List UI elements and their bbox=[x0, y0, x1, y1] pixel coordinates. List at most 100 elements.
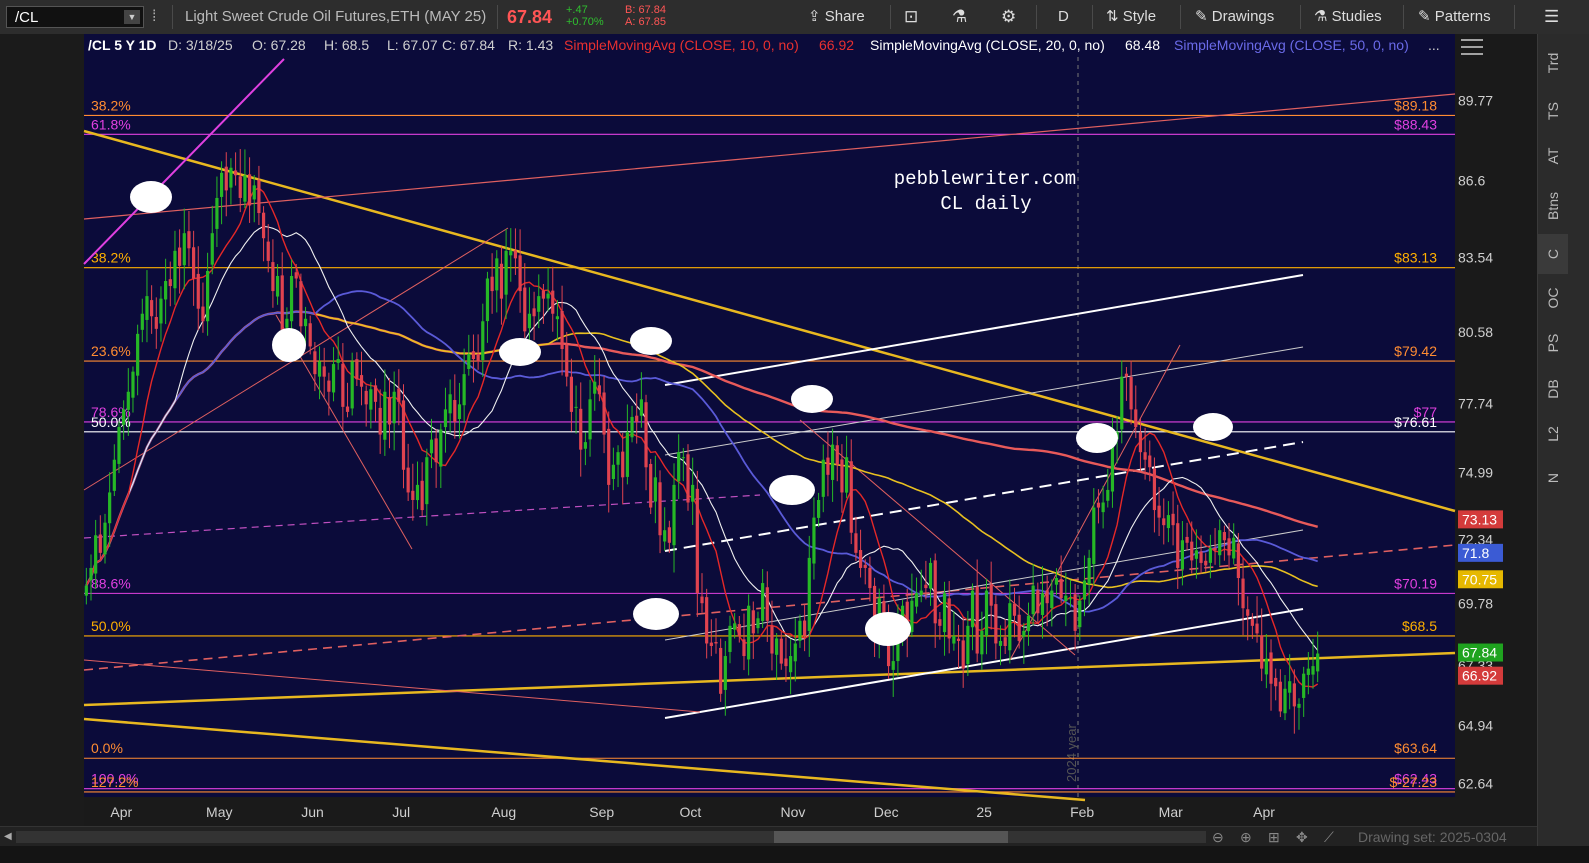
price-chart[interactable]: 2024 year 38.2% $89.1861.8% $88.4338.2% $83… bbox=[0, 34, 1537, 826]
candle-body bbox=[597, 385, 601, 395]
menu-button[interactable]: ☰ bbox=[1544, 0, 1559, 34]
candle-body bbox=[555, 316, 560, 320]
drawings-button[interactable]: ✎ Drawings bbox=[1195, 0, 1274, 34]
candle-body bbox=[182, 233, 186, 266]
candle-body bbox=[1208, 547, 1212, 563]
candle-body bbox=[275, 275, 280, 297]
candle-body bbox=[299, 281, 303, 327]
camera-icon: ⊡ bbox=[904, 7, 919, 26]
tab-n[interactable]: N bbox=[1538, 458, 1568, 498]
candle-body bbox=[219, 172, 224, 197]
pivot-marker[interactable] bbox=[865, 612, 911, 646]
candle-body bbox=[1162, 518, 1166, 526]
tab-ps[interactable]: PS bbox=[1538, 323, 1568, 363]
candle-body bbox=[485, 278, 490, 322]
candle-body bbox=[1274, 677, 1278, 687]
zoom-in-icon[interactable]: ⊕ bbox=[1240, 827, 1252, 847]
candle-body bbox=[1241, 578, 1245, 609]
studies-button[interactable]: ⚗ Studies bbox=[1314, 0, 1382, 34]
symbol-dropdown-icon[interactable]: ▼ bbox=[124, 10, 140, 24]
last-price: 67.84 bbox=[507, 7, 553, 27]
candle-body bbox=[1176, 523, 1180, 568]
toolbar-divider bbox=[497, 5, 498, 29]
candle-body bbox=[653, 477, 657, 502]
header-high: H: 68.5 bbox=[324, 37, 369, 53]
candle-body bbox=[1022, 630, 1026, 637]
pivot-marker[interactable] bbox=[130, 181, 172, 213]
symbol-input[interactable]: /CL ▼ bbox=[6, 6, 144, 28]
zoom-box-icon[interactable]: ⊞ bbox=[1268, 827, 1280, 847]
drawing-set-label: Drawing set: 2025-0304 bbox=[1358, 829, 1507, 845]
pivot-marker[interactable] bbox=[769, 475, 815, 505]
ruler-icon[interactable]: ⟋ bbox=[1324, 827, 1334, 847]
style-button[interactable]: ⇅ Style bbox=[1106, 0, 1156, 34]
candle-body bbox=[1194, 550, 1198, 559]
timeframe-button[interactable]: D bbox=[1058, 0, 1069, 34]
pivot-marker[interactable] bbox=[791, 385, 833, 413]
time-axis-panel bbox=[84, 797, 1455, 826]
candle-body bbox=[863, 564, 867, 568]
pivot-marker[interactable] bbox=[630, 327, 672, 355]
candle-body bbox=[723, 656, 727, 690]
candle-body bbox=[588, 399, 592, 440]
candle-body bbox=[369, 389, 373, 410]
candle-body bbox=[271, 262, 275, 292]
horizontal-scrollbar[interactable]: ◀ ⊖ ⊕ ⊞ ✥ ⟋ Drawing set: 2025-0304 bbox=[0, 826, 1537, 847]
candle-body bbox=[103, 522, 107, 555]
pivot-marker[interactable] bbox=[499, 338, 541, 366]
pivot-marker[interactable] bbox=[272, 328, 306, 362]
scroll-thumb[interactable] bbox=[774, 831, 1008, 843]
tab-ts[interactable]: TS bbox=[1538, 91, 1568, 131]
screenshot-button[interactable]: ⊡ bbox=[904, 0, 918, 34]
candle-body bbox=[527, 313, 532, 329]
scroll-left-icon[interactable]: ◀ bbox=[4, 830, 14, 843]
candle-body bbox=[126, 391, 130, 410]
candle-body bbox=[164, 281, 168, 300]
candle-body bbox=[677, 452, 681, 482]
candle-body bbox=[411, 490, 415, 500]
zoom-out-icon[interactable]: ⊖ bbox=[1212, 827, 1224, 847]
tab-oc[interactable]: OC bbox=[1538, 278, 1568, 318]
tab-l2[interactable]: L2 bbox=[1538, 414, 1568, 454]
sma50-label: SimpleMovingAvg (CLOSE, 50, 0, no) bbox=[1174, 37, 1409, 53]
scroll-track[interactable] bbox=[16, 831, 1206, 843]
candle-body bbox=[1096, 502, 1101, 508]
candle-body bbox=[956, 638, 961, 641]
fib-left-label: 38.2% bbox=[91, 97, 131, 113]
candle-body bbox=[844, 457, 849, 493]
candle-body bbox=[434, 438, 438, 463]
pivot-marker[interactable] bbox=[1076, 423, 1118, 453]
candle-body bbox=[89, 567, 93, 581]
candle-body bbox=[229, 167, 233, 188]
price-tick-label: 86.6 bbox=[1458, 172, 1485, 188]
candle-body bbox=[308, 323, 312, 347]
fib-right-label: $70.19 bbox=[1394, 575, 1437, 591]
tab-trd[interactable]: Trd bbox=[1538, 43, 1568, 83]
candle-body bbox=[1283, 688, 1287, 714]
candle-body bbox=[150, 300, 154, 317]
flask-button[interactable]: ⚗ bbox=[952, 0, 967, 34]
status-strip bbox=[0, 846, 1589, 863]
tab-db[interactable]: DB bbox=[1538, 369, 1568, 409]
pan-icon[interactable]: ✥ bbox=[1296, 827, 1308, 847]
share-button[interactable]: ⇪ Share bbox=[808, 0, 865, 34]
candle-body bbox=[1129, 376, 1133, 410]
candle-body bbox=[639, 399, 643, 416]
candle-body bbox=[733, 623, 737, 630]
candle-body bbox=[1152, 468, 1157, 511]
pivot-marker[interactable] bbox=[633, 598, 679, 630]
candle-body bbox=[303, 318, 308, 327]
pivot-marker[interactable] bbox=[1193, 413, 1233, 441]
tab-c[interactable]: C bbox=[1538, 234, 1568, 274]
beaker-icon: ⚗ bbox=[1314, 8, 1328, 25]
tab-at[interactable]: AT bbox=[1538, 136, 1568, 176]
candle-body bbox=[840, 459, 844, 493]
candle-body bbox=[341, 363, 345, 407]
candle-body bbox=[201, 306, 205, 322]
candle-body bbox=[1278, 681, 1282, 712]
patterns-button[interactable]: ✎ Patterns bbox=[1418, 0, 1491, 34]
tab-btns[interactable]: Btns bbox=[1538, 186, 1568, 226]
candle-body bbox=[765, 587, 769, 621]
options-handle-icon[interactable]: ⁞ bbox=[152, 0, 156, 34]
settings-button[interactable]: ⚙ bbox=[1001, 0, 1016, 34]
